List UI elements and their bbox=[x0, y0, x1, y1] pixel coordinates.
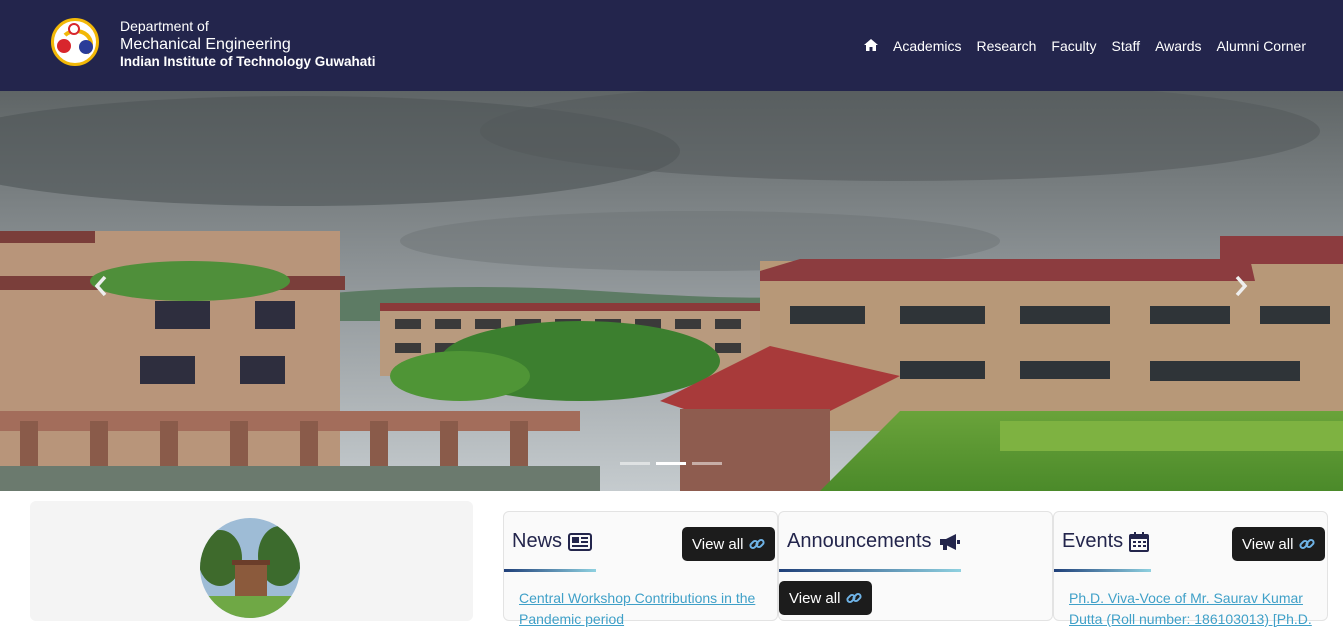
news-underline bbox=[504, 569, 596, 572]
hod-photo bbox=[200, 518, 300, 618]
carousel-indicators bbox=[620, 462, 722, 465]
announcements-panel: Announcements View all bbox=[778, 511, 1053, 621]
nav-alumni-corner[interactable]: Alumni Corner bbox=[1217, 38, 1306, 54]
campus-photo bbox=[0, 91, 1343, 491]
events-item-link[interactable]: Ph.D. Viva-Voce of Mr. Saurav Kumar Dutt… bbox=[1069, 588, 1314, 630]
news-panel: News View all Central Workshop Contribut… bbox=[503, 511, 778, 627]
slide-indicator-3[interactable] bbox=[692, 462, 722, 465]
events-view-all-button[interactable]: View all bbox=[1232, 527, 1326, 561]
slide-indicator-2[interactable] bbox=[656, 462, 686, 465]
nav-faculty[interactable]: Faculty bbox=[1051, 38, 1096, 54]
iitg-logo[interactable] bbox=[51, 18, 99, 66]
chevron-left-icon[interactable] bbox=[88, 271, 114, 301]
news-item-link[interactable]: Central Workshop Contributions in the Pa… bbox=[519, 588, 769, 630]
events-underline bbox=[1054, 569, 1151, 572]
link-icon bbox=[749, 538, 765, 550]
calendar-icon bbox=[1129, 531, 1150, 552]
nav-research[interactable]: Research bbox=[976, 38, 1036, 54]
slide-indicator-1[interactable] bbox=[620, 462, 650, 465]
link-icon bbox=[846, 592, 862, 604]
nav-awards[interactable]: Awards bbox=[1155, 38, 1201, 54]
institute-name: Indian Institute of Technology Guwahati bbox=[120, 53, 376, 69]
announcements-title: Announcements bbox=[787, 530, 960, 553]
events-title: Events bbox=[1062, 530, 1150, 553]
nav-staff[interactable]: Staff bbox=[1112, 38, 1141, 54]
newspaper-icon bbox=[568, 532, 593, 551]
chevron-right-icon[interactable] bbox=[1228, 271, 1254, 301]
dept-line2: Mechanical Engineering bbox=[120, 35, 291, 53]
top-header: Department of Mechanical Engineering Ind… bbox=[0, 0, 1343, 91]
events-panel: Events View all Ph.D. Viva-Voce of Mr. S… bbox=[1053, 511, 1328, 627]
hero-carousel[interactable] bbox=[0, 91, 1343, 491]
megaphone-icon bbox=[939, 533, 960, 550]
dept-line1: Department of bbox=[120, 18, 209, 34]
announcements-underline bbox=[779, 569, 961, 572]
main-nav: Academics Research Faculty Staff Awards … bbox=[864, 38, 1306, 54]
announcements-view-all-button[interactable]: View all bbox=[779, 581, 873, 615]
hod-card bbox=[30, 501, 473, 621]
link-icon bbox=[1299, 538, 1315, 550]
news-view-all-button[interactable]: View all bbox=[682, 527, 776, 561]
department-title[interactable]: Department of Mechanical Engineering Ind… bbox=[120, 18, 376, 70]
news-title: News bbox=[512, 530, 593, 553]
home-icon[interactable] bbox=[864, 38, 879, 54]
nav-academics[interactable]: Academics bbox=[893, 38, 961, 54]
